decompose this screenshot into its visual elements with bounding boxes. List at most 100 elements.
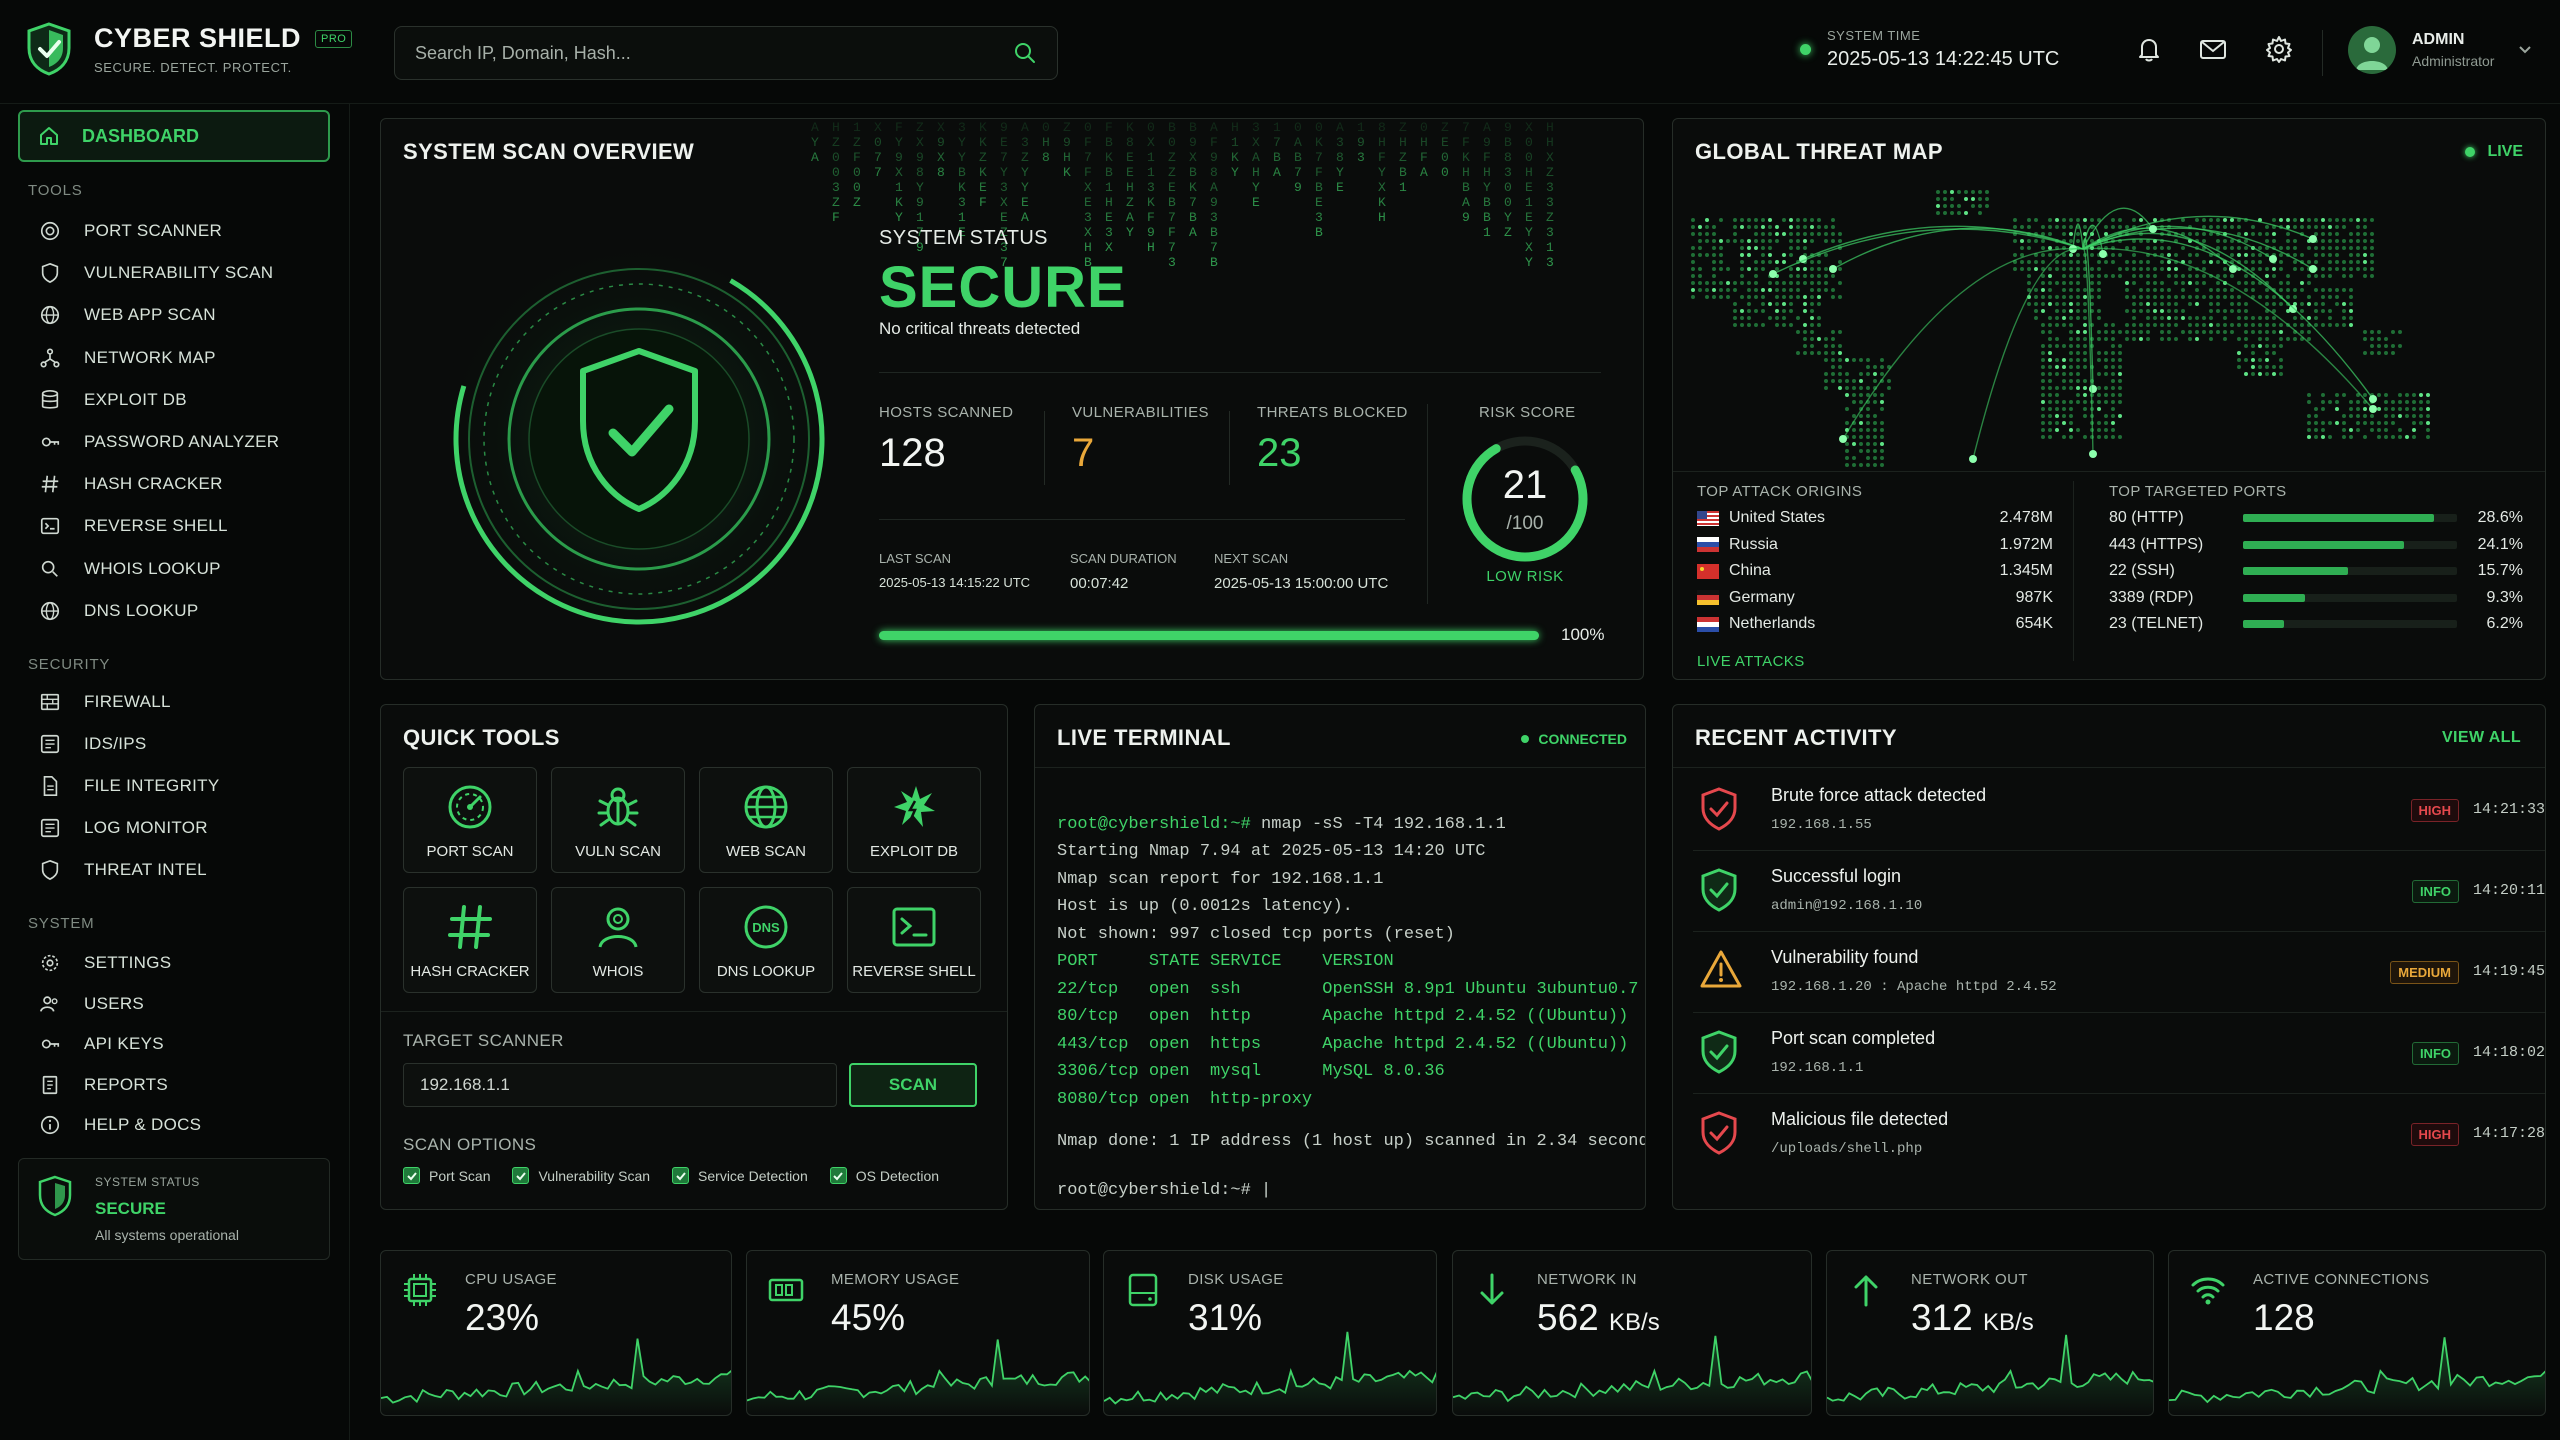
tool-whois[interactable]: WHOIS bbox=[551, 887, 685, 993]
activity-row[interactable]: Brute force attack detected 192.168.1.55 H… bbox=[1693, 771, 2545, 851]
us-flag-icon bbox=[1697, 510, 1719, 526]
scan-option[interactable]: OS Detection bbox=[829, 1167, 939, 1184]
activity-icon bbox=[1699, 1030, 1739, 1074]
scan-option[interactable]: Port Scan bbox=[403, 1167, 490, 1184]
scan-option[interactable]: Vulnerability Scan bbox=[512, 1167, 650, 1184]
activity-time: 14:17:28 bbox=[2472, 1125, 2545, 1142]
tool-web-scan[interactable]: WEB SCAN bbox=[699, 767, 833, 873]
system-time: SYSTEM TIME 2025-05-13 14:22:45 UTC bbox=[1800, 28, 2059, 71]
checkbox[interactable] bbox=[829, 1167, 847, 1184]
sidebar-item-web-app-scan[interactable]: WEB APP SCAN bbox=[38, 298, 216, 332]
sidebar-item-help-docs[interactable]: HELP & DOCS bbox=[38, 1108, 201, 1142]
sidebar-item-port-scanner[interactable]: PORT SCANNER bbox=[38, 214, 222, 248]
user-menu[interactable]: ADMIN Administrator bbox=[2348, 26, 2532, 74]
origin-count: 2.478M bbox=[1999, 509, 2053, 526]
sidebar-item-file-integrity[interactable]: FILE INTEGRITY bbox=[38, 769, 220, 803]
terminal-line: Not shown: 997 closed tcp ports (reset) bbox=[1057, 924, 1455, 944]
sidebar-item-settings[interactable]: SETTINGS bbox=[38, 946, 171, 980]
matrix-glyph: 3 bbox=[1357, 150, 1365, 165]
sidebar-item-firewall[interactable]: FIREWALL bbox=[38, 685, 171, 719]
view-all-link[interactable]: VIEW ALL bbox=[2442, 729, 2521, 747]
matrix-glyph: E bbox=[1336, 180, 1344, 195]
scan-button[interactable]: SCAN bbox=[849, 1063, 977, 1107]
world-map[interactable] bbox=[1673, 179, 2546, 509]
matrix-glyph: 1 bbox=[1525, 195, 1533, 210]
target-scanner-label: TARGET SCANNER bbox=[403, 1031, 564, 1050]
matrix-glyph: Y bbox=[895, 210, 903, 225]
threats-blocked-value: 23 bbox=[1257, 431, 1302, 475]
tool-reverse-shell[interactable]: REVERSE SHELL bbox=[847, 887, 981, 993]
matrix-glyph: E bbox=[1252, 195, 1260, 210]
sidebar-item-hash-cracker[interactable]: HASH CRACKER bbox=[38, 467, 223, 501]
matrix-glyph: F bbox=[1378, 150, 1386, 165]
tool-dns-lookup[interactable]: DNS DNS LOOKUP bbox=[699, 887, 833, 993]
sidebar-item-reports[interactable]: REPORTS bbox=[38, 1068, 168, 1102]
terminal-output: root@cybershield:~# nmap -sS -T4 192.168… bbox=[1057, 783, 1645, 1209]
scan-option[interactable]: Service Detection bbox=[672, 1167, 808, 1184]
activity-row[interactable]: Port scan completed 192.168.1.1 INFO 14:18:… bbox=[1693, 1014, 2545, 1094]
matrix-glyph: H bbox=[1252, 165, 1260, 180]
search-input[interactable] bbox=[415, 42, 1013, 64]
tool-exploit-db[interactable]: EXPLOIT DB bbox=[847, 767, 981, 873]
checkbox[interactable] bbox=[512, 1167, 530, 1184]
origin-country: Netherlands bbox=[1729, 615, 1816, 632]
sidebar-item-dashboard[interactable]: DASHBOARD bbox=[18, 110, 330, 162]
search-icon[interactable] bbox=[1013, 41, 1037, 65]
sidebar-item-password-analyzer[interactable]: PASSWORD ANALYZER bbox=[38, 425, 279, 459]
sidebar-item-dns-lookup[interactable]: DNS LOOKUP bbox=[38, 594, 198, 628]
activity-row[interactable]: Vulnerability found 192.168.1.20 : Apache… bbox=[1693, 933, 2545, 1013]
risk-score-max: /100 bbox=[1506, 513, 1544, 534]
matrix-glyph: 9 bbox=[1210, 150, 1218, 165]
live-attacks-link[interactable]: LIVE ATTACKS bbox=[1697, 653, 1805, 670]
tool-port-scan[interactable]: PORT SCAN bbox=[403, 767, 537, 873]
matrix-glyph: A bbox=[1294, 135, 1302, 150]
sidebar-item-exploit-db[interactable]: EXPLOIT DB bbox=[38, 383, 187, 417]
sidebar: DASHBOARD TOOLS PORT SCANNER VULNERABILIT… bbox=[0, 104, 350, 1440]
checkbox[interactable] bbox=[672, 1167, 690, 1184]
brand-logo[interactable]: CYBER SHIELD PRO SECURE. DETECT. PROTECT. bbox=[26, 22, 353, 76]
sparkline bbox=[2169, 1337, 2545, 1415]
matrix-glyph: 0 bbox=[1294, 120, 1302, 135]
matrix-glyph: 8 bbox=[1210, 165, 1218, 180]
terminal-prompt: root@cybershield:~# bbox=[1057, 814, 1251, 834]
chevron-down-icon[interactable] bbox=[2518, 45, 2532, 55]
checkbox[interactable] bbox=[403, 1167, 420, 1184]
activity-row[interactable]: Malicious file detected/uploads/shell.ph… bbox=[1693, 1095, 2545, 1175]
live-terminal-panel[interactable]: LIVE TERMINAL CONNECTED root@cybershield… bbox=[1034, 704, 1646, 1210]
sidebar-item-whois-lookup[interactable]: WHOIS LOOKUP bbox=[38, 552, 221, 586]
terminal-line: Nmap scan report for 192.168.1.1 bbox=[1057, 869, 1384, 889]
matrix-glyph: E bbox=[1021, 195, 1029, 210]
sidebar-item-users[interactable]: USERS bbox=[38, 987, 144, 1021]
online-dot bbox=[1800, 44, 1811, 55]
sidebar-item-vulnerability-scan[interactable]: VULNERABILITY SCAN bbox=[38, 256, 273, 290]
tool-hash-cracker[interactable]: HASH CRACKER bbox=[403, 887, 537, 993]
stat-card-cpu-usage: CPU USAGE 23% bbox=[380, 1250, 732, 1416]
attack-node bbox=[2289, 305, 2297, 313]
sidebar-item-network-map[interactable]: NETWORK MAP bbox=[38, 341, 216, 375]
matrix-glyph: 3 bbox=[958, 120, 966, 135]
matrix-glyph: 1 bbox=[958, 210, 966, 225]
gear-icon[interactable] bbox=[2264, 34, 2294, 64]
matrix-glyph: 9 bbox=[895, 150, 903, 165]
sidebar-item-reverse-shell[interactable]: REVERSE SHELL bbox=[38, 509, 228, 543]
bell-icon[interactable] bbox=[2134, 34, 2164, 64]
matrix-glyph: Z bbox=[853, 195, 861, 210]
matrix-glyph: 3 bbox=[1021, 135, 1029, 150]
target-input[interactable] bbox=[403, 1063, 837, 1107]
matrix-glyph: B bbox=[1315, 180, 1323, 195]
sidebar-item-api-keys[interactable]: API KEYS bbox=[38, 1027, 164, 1061]
sidebar-item-ids-ips[interactable]: IDS/IPS bbox=[38, 727, 147, 761]
attack-arc bbox=[1842, 247, 2084, 440]
activity-row[interactable]: Successful login admin@192.168.1.10 INFO 14… bbox=[1693, 852, 2545, 932]
sidebar-item-threat-intel[interactable]: THREAT INTEL bbox=[38, 853, 207, 887]
tool-vuln-scan[interactable]: VULN SCAN bbox=[551, 767, 685, 873]
origin-country: Germany bbox=[1729, 588, 1795, 606]
sidebar-item-label: DNS LOOKUP bbox=[84, 600, 199, 620]
matrix-glyph: 9 bbox=[1000, 120, 1008, 135]
terminal-final-prompt[interactable]: root@cybershield:~# | bbox=[1057, 1177, 1645, 1205]
mail-icon[interactable] bbox=[2198, 34, 2228, 64]
file-icon bbox=[38, 774, 62, 798]
sidebar-item-log-monitor[interactable]: LOG MONITOR bbox=[38, 811, 208, 845]
port-bar-track bbox=[2243, 567, 2457, 575]
matrix-glyph: A bbox=[1210, 120, 1218, 135]
